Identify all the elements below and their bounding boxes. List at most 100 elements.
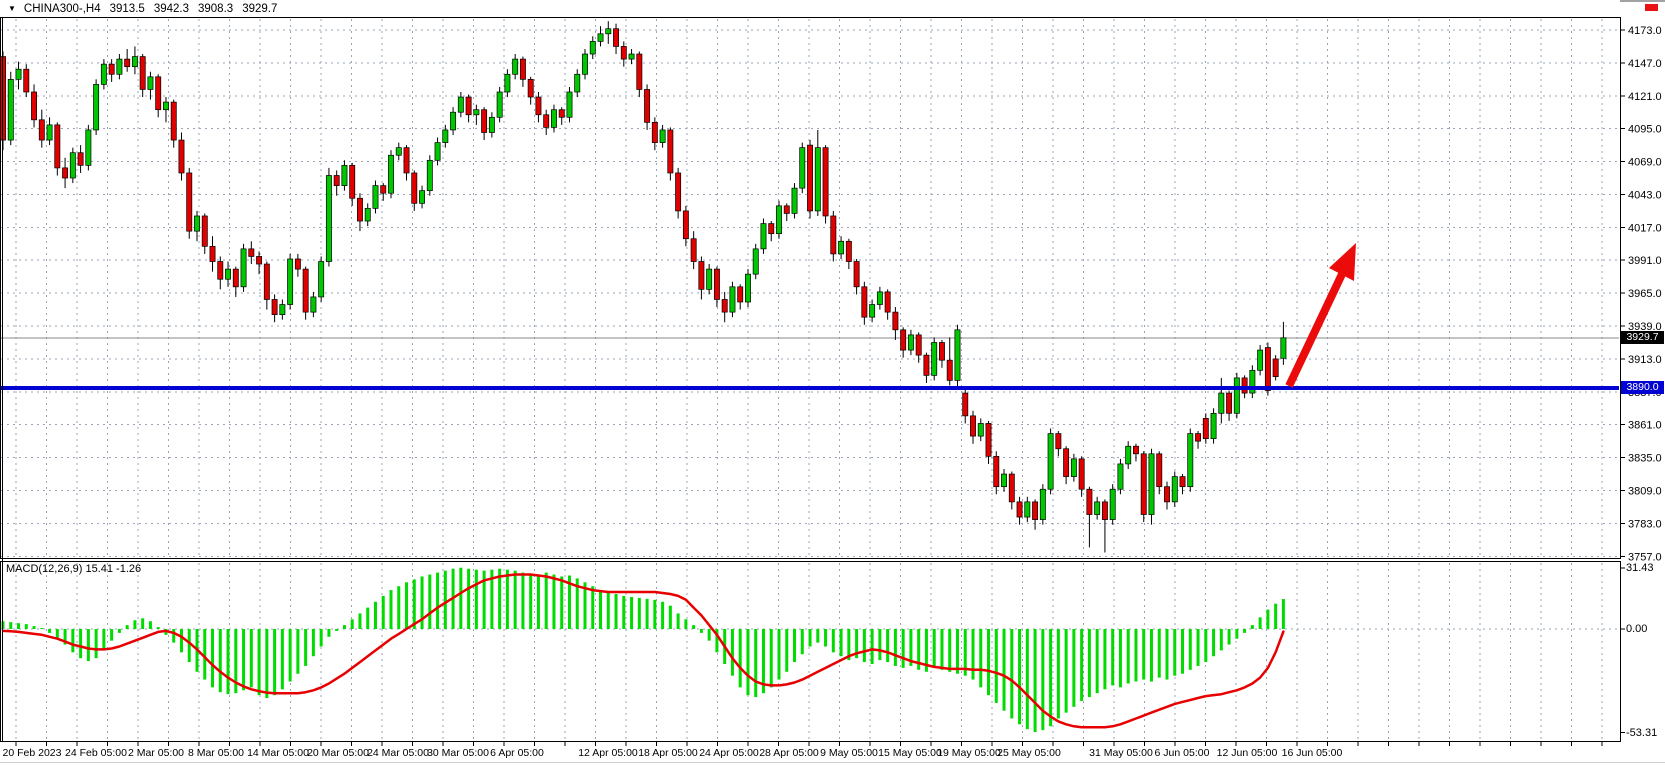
macd-histogram-bar (933, 629, 936, 668)
macd-histogram-bar (133, 620, 136, 629)
candlestick (676, 173, 681, 211)
macd-histogram-bar (1259, 617, 1262, 629)
candlestick (986, 423, 991, 456)
macd-histogram-bar (242, 629, 245, 690)
macd-histogram-bar (1041, 629, 1044, 730)
macd-histogram-bar (1266, 610, 1269, 629)
candlestick (256, 256, 261, 264)
macd-histogram-bar (622, 596, 625, 629)
macd-histogram-bar (1274, 604, 1277, 629)
macd-histogram-bar (824, 629, 827, 647)
macd-histogram-bar (351, 619, 354, 629)
candlestick (357, 198, 362, 221)
candlestick (745, 274, 750, 302)
candlestick (1157, 454, 1162, 487)
macd-histogram-bar (250, 629, 253, 687)
candlestick (1009, 474, 1014, 502)
macd-histogram-bar (118, 629, 121, 633)
macd-histogram-bar (1173, 629, 1176, 676)
macd-histogram-bar (1220, 629, 1223, 650)
candlestick (520, 59, 525, 79)
date-tick-label: 9 May 05:00 (820, 747, 878, 759)
date-tick-label: 6 Apr 05:00 (490, 747, 544, 759)
macd-histogram-bar (296, 629, 299, 674)
macd-histogram-bar (180, 629, 183, 652)
candlestick (947, 360, 952, 380)
date-tick-label: 14 Mar 05:00 (247, 747, 309, 759)
candlestick (590, 41, 595, 54)
candlestick (1110, 489, 1115, 519)
candlestick (846, 241, 851, 261)
candlestick (815, 148, 820, 211)
candlestick (334, 175, 339, 185)
candlestick (497, 92, 502, 117)
candlestick (1071, 459, 1076, 477)
candlestick (1048, 434, 1053, 490)
candlestick (730, 287, 735, 312)
candlestick (1017, 502, 1022, 517)
candlestick (171, 102, 176, 140)
low-value: 3908.3 (198, 3, 233, 15)
date-tick-label: 16 Jun 05:00 (1282, 747, 1343, 759)
macd-histogram-bar (1212, 629, 1215, 656)
macd-histogram-bar (1018, 629, 1021, 724)
macd-histogram-bar (258, 629, 261, 695)
candlestick (132, 57, 137, 67)
expand-panel-icon[interactable]: ▼ (8, 0, 16, 17)
candlestick (1281, 338, 1286, 358)
candlestick (1242, 378, 1247, 393)
candlestick (1172, 477, 1177, 502)
candlestick (218, 262, 223, 280)
price-tick-label: 3809.0 (1628, 485, 1662, 497)
support-price-badge[interactable]: 3890.0 (1621, 381, 1664, 394)
price-tick-label: 4121.0 (1628, 91, 1662, 103)
candlestick (505, 74, 510, 92)
candlestick (707, 269, 712, 289)
macd-histogram-bar (374, 602, 377, 629)
macd-histogram-bar (1243, 629, 1246, 633)
macd-name: MACD(12,26,9) (6, 563, 82, 575)
macd-histogram-bar (1158, 629, 1161, 678)
macd-histogram-bar (1197, 629, 1200, 666)
macd-histogram-bar (1204, 629, 1207, 662)
candlestick (761, 224, 766, 249)
macd-histogram-bar (1251, 625, 1254, 629)
candlestick (117, 59, 122, 74)
candlestick (125, 59, 130, 67)
candlestick (140, 57, 145, 90)
candlestick (575, 74, 580, 92)
macd-histogram-bar (669, 606, 672, 629)
macd-histogram-bar (653, 600, 656, 629)
candlestick (924, 355, 929, 375)
date-tick-label: 8 Mar 05:00 (188, 747, 244, 759)
macd-histogram-bar (467, 569, 470, 629)
candlestick (202, 216, 207, 246)
macd-histogram-bar (684, 619, 687, 629)
candlestick (288, 259, 293, 305)
macd-histogram-bar (211, 629, 214, 687)
date-tick-label: 15 May 05:00 (878, 747, 942, 759)
macd-histogram-bar (413, 579, 416, 629)
candlestick (70, 153, 75, 178)
candlestick (629, 54, 634, 59)
candlestick (1265, 348, 1270, 391)
candlestick (714, 269, 719, 299)
macd-histogram-bar (1166, 629, 1169, 680)
candlestick (598, 34, 603, 42)
candlestick (1079, 459, 1084, 489)
macd-histogram-bar (646, 599, 649, 629)
macd-histogram-bar (1072, 629, 1075, 707)
candlestick (1133, 446, 1138, 454)
macd-histogram-bar (871, 629, 874, 664)
candlestick (885, 292, 890, 312)
date-tick-label: 28 Apr 05:00 (759, 747, 819, 759)
macd-scale-min: -53.31 (1626, 727, 1657, 739)
macd-histogram-bar (320, 629, 323, 647)
candlestick (1203, 418, 1208, 438)
candlestick (769, 224, 774, 234)
macd-histogram-bar (436, 573, 439, 629)
macd-histogram-bar (1003, 629, 1006, 711)
candlestick (1025, 502, 1030, 517)
macd-histogram-bar (972, 629, 975, 680)
candlestick (683, 211, 688, 239)
